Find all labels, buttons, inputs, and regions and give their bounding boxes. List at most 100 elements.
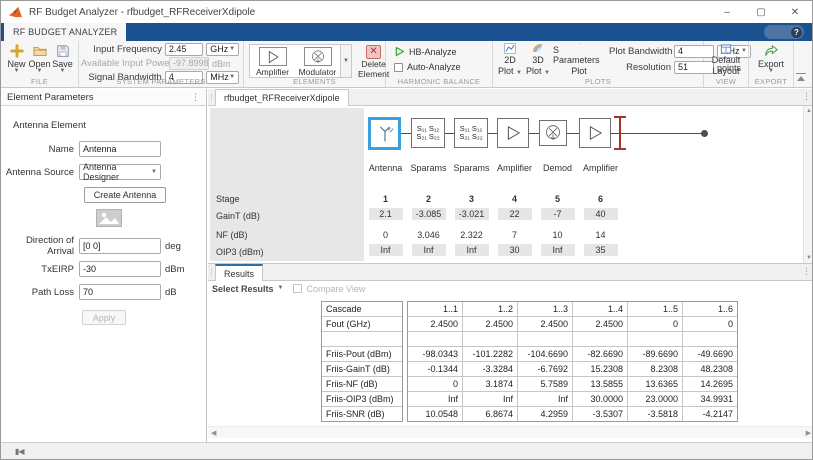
canvas-menu-icon[interactable]: ⋮ bbox=[802, 91, 811, 102]
hb-analyze-button[interactable]: HB-Analyze bbox=[394, 46, 492, 57]
nf-value[interactable]: 2.322 bbox=[450, 230, 493, 240]
tab-results[interactable]: Results bbox=[215, 264, 263, 281]
panel-drag-handle[interactable]: ⁞ bbox=[208, 89, 215, 105]
results-cell: -4.2147 bbox=[683, 407, 737, 421]
delete-element-button[interactable]: ✕ Delete Element bbox=[358, 43, 389, 76]
select-results-caret-icon[interactable]: ▼ bbox=[278, 286, 284, 291]
results-cell: -101.2282 bbox=[463, 347, 517, 361]
oip3-field[interactable]: 30 bbox=[498, 244, 532, 256]
oip3-field[interactable]: Inf bbox=[541, 244, 575, 256]
section-label-system-parameters: SYSTEM PARAMETERS bbox=[79, 77, 243, 86]
auto-analyze-checkbox-icon bbox=[394, 63, 403, 72]
save-button[interactable]: Save ▼ bbox=[51, 44, 74, 75]
help-button[interactable]: ? bbox=[764, 25, 804, 39]
stage-number: 1 bbox=[364, 194, 407, 204]
block-sparams-1[interactable]: S₁₁ S₁₂S₂₁ S₂₂ bbox=[411, 118, 445, 148]
block-amplifier-1[interactable] bbox=[497, 118, 529, 148]
direction-of-arrival-unit: deg bbox=[165, 241, 181, 252]
s-parameters-plot-button[interactable]: S Parameters Plot bbox=[553, 43, 605, 76]
name-field[interactable]: Antenna bbox=[79, 141, 161, 157]
gaint-row-label: GainT (dB) bbox=[216, 211, 260, 221]
nf-value[interactable]: 3.046 bbox=[407, 230, 450, 240]
scroll-right-icon[interactable]: ▶ bbox=[806, 429, 811, 437]
panel-menu-icon[interactable]: ⋮ bbox=[191, 92, 200, 103]
plot-2d-button[interactable]: 2D Plot ▼ bbox=[497, 43, 523, 76]
block-demod[interactable] bbox=[539, 120, 567, 146]
minimize-button[interactable]: – bbox=[710, 1, 744, 23]
default-layout-button[interactable]: Default Layout bbox=[707, 44, 745, 76]
plot-3d-button[interactable]: 3D Plot ▼ bbox=[525, 43, 551, 76]
new-icon bbox=[9, 44, 25, 58]
scroll-left-icon[interactable]: ◀ bbox=[211, 429, 216, 437]
amplifier-gallery-button[interactable]: Amplifier bbox=[250, 45, 295, 77]
nf-value[interactable]: 14 bbox=[579, 230, 622, 240]
antenna-icon bbox=[375, 124, 395, 144]
tab-rfbudget-document[interactable]: rfbudget_RFReceiverXdipole bbox=[215, 89, 349, 106]
collapse-toolstrip-icon[interactable] bbox=[796, 73, 806, 81]
direction-of-arrival-field[interactable]: [0 0] bbox=[79, 238, 161, 254]
auto-analyze-checkbox[interactable]: Auto-Analyze bbox=[394, 62, 492, 72]
column-header: Amplifier bbox=[579, 163, 622, 173]
column-header: Sparams bbox=[407, 163, 450, 173]
block-antenna[interactable] bbox=[368, 117, 401, 150]
nf-value[interactable]: 10 bbox=[536, 230, 579, 240]
panel-drag-handle[interactable]: ⁞ bbox=[208, 264, 215, 280]
gaint-field[interactable]: 2.1 bbox=[369, 208, 403, 220]
input-frequency-unit-select[interactable]: GHz▼ bbox=[206, 43, 239, 56]
section-elements: Amplifier Modulator ▼ ✕ Delete Element E… bbox=[244, 41, 386, 87]
create-antenna-button[interactable]: Create Antenna bbox=[84, 187, 166, 203]
results-cell: -0.1344 bbox=[408, 362, 462, 376]
gaint-field[interactable]: 40 bbox=[584, 208, 618, 220]
canvas-vertical-scrollbar[interactable]: ▲ ▼ bbox=[803, 106, 813, 263]
oip3-field[interactable]: Inf bbox=[369, 244, 403, 256]
results-horizontal-scrollbar[interactable]: ◀ ▶ bbox=[208, 426, 813, 438]
input-frequency-field[interactable]: 2.45 bbox=[165, 43, 203, 56]
gaint-field[interactable]: -3.085 bbox=[412, 208, 446, 220]
open-button[interactable]: Open ▼ bbox=[28, 44, 51, 75]
section-export: Export ▼ EXPORT bbox=[749, 41, 794, 87]
export-caret-icon[interactable]: ▼ bbox=[768, 69, 774, 74]
antenna-source-select[interactable]: Antenna Designer ▼ bbox=[79, 164, 161, 180]
export-button[interactable]: Export ▼ bbox=[752, 44, 790, 76]
results-row-label: Friis-NF (dB) bbox=[322, 377, 402, 391]
apply-button[interactable]: Apply bbox=[82, 310, 126, 325]
new-button[interactable]: New ▼ bbox=[5, 44, 28, 75]
section-label-export: EXPORT bbox=[749, 77, 793, 86]
nf-value[interactable]: 0 bbox=[364, 230, 407, 240]
results-col-header: 1..3 bbox=[518, 302, 572, 316]
modulator-gallery-button[interactable]: Modulator bbox=[295, 45, 340, 77]
oip3-field[interactable]: 35 bbox=[584, 244, 618, 256]
open-caret-icon[interactable]: ▼ bbox=[37, 69, 43, 74]
gaint-field[interactable]: 22 bbox=[498, 208, 532, 220]
txeirp-unit: dBm bbox=[165, 264, 185, 275]
tab-rf-budget-analyzer[interactable]: RF BUDGET ANALYZER bbox=[4, 23, 126, 41]
close-button[interactable]: ✕ bbox=[778, 1, 812, 23]
results-row-label: Friis-GainT (dB) bbox=[322, 362, 402, 376]
results-cell: 2.4500 bbox=[408, 317, 462, 331]
block-amplifier-2[interactable] bbox=[579, 118, 611, 148]
compare-view-checkbox[interactable] bbox=[293, 284, 302, 293]
oip3-field[interactable]: Inf bbox=[455, 244, 489, 256]
new-caret-icon[interactable]: ▼ bbox=[14, 69, 20, 74]
scroll-up-icon[interactable]: ▲ bbox=[806, 108, 812, 114]
gallery-dropdown-button[interactable]: ▼ bbox=[340, 45, 351, 77]
oip3-field[interactable]: Inf bbox=[412, 244, 446, 256]
canvas-tab-bar: ⁞ rfbudget_RFReceiverXdipole ⋮ bbox=[208, 89, 813, 106]
output-node-dot[interactable] bbox=[701, 130, 708, 137]
results-menu-icon[interactable]: ⋮ bbox=[802, 266, 811, 277]
save-caret-icon[interactable]: ▼ bbox=[60, 69, 66, 74]
maximize-button[interactable]: ▢ bbox=[744, 1, 778, 23]
results-cell: 8.2308 bbox=[628, 362, 682, 376]
block-sparams-2[interactable]: S₁₁ S₁₂S₂₁ S₂₂ bbox=[454, 118, 488, 148]
scroll-down-icon[interactable]: ▼ bbox=[806, 255, 812, 261]
available-input-power-field: -97.8998 bbox=[169, 57, 209, 70]
results-row-label: Fout (GHz) bbox=[322, 317, 402, 331]
txeirp-field[interactable]: -30 bbox=[79, 261, 161, 277]
gaint-field[interactable]: -3.021 bbox=[455, 208, 489, 220]
path-loss-field[interactable]: 70 bbox=[79, 284, 161, 300]
gaint-field[interactable]: -7 bbox=[541, 208, 575, 220]
name-label: Name bbox=[1, 144, 79, 155]
dock-left-icon[interactable]: ▮◀ bbox=[15, 447, 24, 456]
select-results-dropdown[interactable]: Select Results bbox=[212, 284, 274, 294]
nf-value[interactable]: 7 bbox=[493, 230, 536, 240]
